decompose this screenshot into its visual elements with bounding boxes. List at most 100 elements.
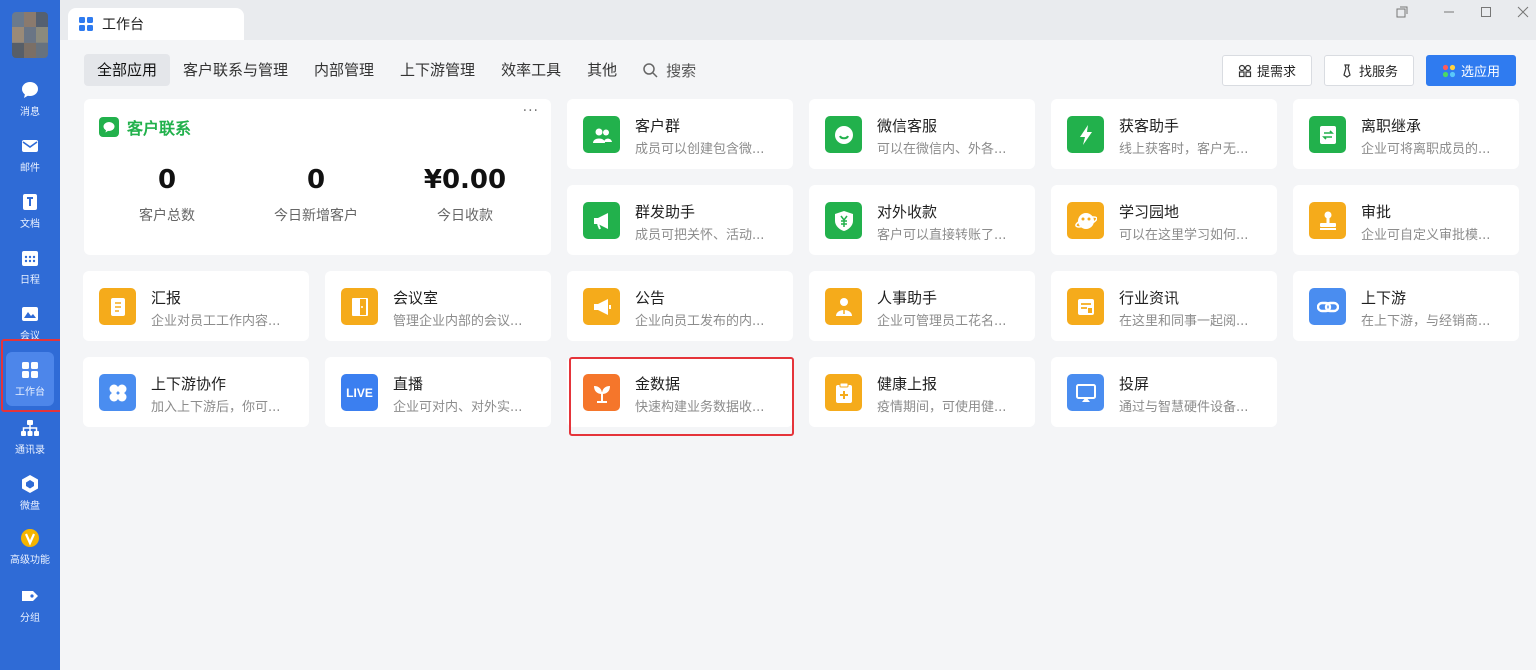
- calendar-icon: [22, 251, 38, 266]
- app-description: 在这里和同事一起阅...: [1119, 314, 1249, 329]
- app-card[interactable]: 会议室 管理企业内部的会议...: [325, 271, 551, 341]
- app-description: 客户可以直接转账了...: [877, 228, 1007, 243]
- stat-total-customers[interactable]: 0 客户总数: [92, 165, 242, 225]
- app-description: 通过与智慧硬件设备...: [1119, 400, 1249, 415]
- clipboard-plus-icon: [825, 374, 862, 411]
- advanced-icon: [21, 529, 39, 547]
- group-icon: [583, 116, 620, 153]
- search-icon: [643, 63, 658, 78]
- live-icon: LIVE: [341, 374, 378, 411]
- lightning-icon: [1067, 116, 1104, 153]
- app-card[interactable]: 汇报 企业对员工工作内容...: [83, 271, 309, 341]
- app-description: 企业向员工发布的内...: [635, 314, 765, 329]
- stat-new-customers[interactable]: 0 今日新增客户: [241, 165, 391, 225]
- more-icon[interactable]: ···: [523, 103, 539, 119]
- app-card[interactable]: 投屏通过与智慧硬件设备...: [1051, 357, 1277, 427]
- app-card[interactable]: 审批企业可自定义审批模...: [1293, 185, 1519, 255]
- customer-contact-card[interactable]: 客户联系 ··· 0 客户总数 0 今日新增客户 ¥0.00 今日收款: [84, 99, 551, 255]
- request-button[interactable]: 提需求: [1222, 55, 1312, 86]
- sidebar-item-label: 高级功能: [10, 555, 50, 566]
- app-name: 微信客服: [877, 117, 938, 135]
- colorful-grid-icon: [1442, 64, 1456, 77]
- tab-internal-management[interactable]: 内部管理: [301, 54, 387, 86]
- grid-icon: [79, 17, 93, 31]
- megaphone-icon: [583, 202, 620, 239]
- title-bar: [60, 0, 1536, 40]
- announce-icon: [583, 288, 620, 325]
- tab-workbench[interactable]: 工作台: [68, 8, 244, 40]
- sidebar-item-label: 微盘: [20, 501, 40, 512]
- app-card[interactable]: 公告 企业向员工发布的内...: [567, 271, 793, 341]
- app-card[interactable]: 微信客服 可以在微信内、外各...: [809, 99, 1035, 169]
- app-name: 投屏: [1119, 375, 1150, 393]
- chat-icon: [22, 82, 38, 98]
- app-card[interactable]: 离职继承 企业可将离职成员的...: [1293, 99, 1519, 169]
- app-card[interactable]: 群发助手 成员可把关怀、活动...: [567, 185, 793, 255]
- clover-icon: [99, 374, 136, 411]
- sidebar-item-contacts[interactable]: 通讯录: [0, 414, 60, 466]
- stat-today-payment[interactable]: ¥0.00 今日收款: [390, 165, 540, 225]
- mail-icon: [22, 140, 38, 152]
- wechat-service-icon: [825, 116, 862, 153]
- app-name: 汇报: [151, 289, 182, 307]
- app-card[interactable]: 客户群 成员可以创建包含微...: [567, 99, 793, 169]
- sidebar-item-messages[interactable]: 消息: [0, 76, 60, 128]
- app-card[interactable]: 上下游协作加入上下游后，你可...: [83, 357, 309, 427]
- news-icon: [1067, 288, 1104, 325]
- app-description: 管理企业内部的会议...: [393, 314, 523, 329]
- close-icon[interactable]: [1515, 4, 1531, 20]
- wechat-icon: [99, 117, 119, 137]
- app-name: 审批: [1361, 203, 1392, 221]
- meeting-icon: [22, 307, 38, 321]
- app-name: 健康上报: [877, 375, 938, 393]
- app-name: 直播: [393, 375, 424, 393]
- sidebar-item-calendar[interactable]: 日程: [0, 244, 60, 296]
- choose-app-button[interactable]: 选应用: [1426, 55, 1516, 86]
- sidebar-item-drive[interactable]: 微盘: [0, 470, 60, 522]
- tab-others[interactable]: 其他: [574, 54, 630, 86]
- search-label: 搜索: [666, 61, 697, 80]
- popout-icon[interactable]: [1394, 4, 1410, 20]
- yuan-shield-icon: [825, 202, 862, 239]
- report-icon: [99, 288, 136, 325]
- tab-efficiency-tools[interactable]: 效率工具: [488, 54, 574, 86]
- app-description: 加入上下游后，你可...: [151, 400, 281, 415]
- app-name: 对外收款: [877, 203, 938, 221]
- app-name: 学习园地: [1119, 203, 1180, 221]
- app-card[interactable]: 上下游 在上下游，与经销商...: [1293, 271, 1519, 341]
- app-name: 获客助手: [1119, 117, 1180, 135]
- app-card[interactable]: 行业资讯 在这里和同事一起阅...: [1051, 271, 1277, 341]
- door-icon: [341, 288, 378, 325]
- app-name: 离职继承: [1361, 117, 1422, 135]
- search-button[interactable]: 搜索: [630, 60, 696, 81]
- maximize-icon[interactable]: [1478, 4, 1494, 20]
- sidebar-item-label: 通讯录: [15, 445, 45, 456]
- app-description: 线上获客时，客户无...: [1119, 142, 1249, 157]
- sidebar-item-mail[interactable]: 邮件: [0, 132, 60, 184]
- app-card[interactable]: 对外收款客户可以直接转账了...: [809, 185, 1035, 255]
- tab-customer-management[interactable]: 客户联系与管理: [170, 54, 301, 86]
- app-description: 疫情期间，可使用健...: [877, 400, 1007, 415]
- tie-icon: [1343, 63, 1351, 78]
- app-description: 企业可自定义审批模...: [1361, 228, 1491, 243]
- transfer-icon: [1309, 116, 1346, 153]
- app-card[interactable]: 获客助手线上获客时，客户无...: [1051, 99, 1277, 169]
- sidebar-item-docs[interactable]: 文档: [0, 188, 60, 240]
- tab-all-apps[interactable]: 全部应用: [84, 54, 171, 86]
- minimize-icon[interactable]: [1441, 4, 1457, 20]
- planet-icon: [1067, 202, 1104, 239]
- app-card[interactable]: LIVE 直播企业可对内、对外实...: [325, 357, 551, 427]
- avatar[interactable]: [12, 12, 48, 58]
- app-name: 上下游协作: [151, 375, 227, 393]
- app-card[interactable]: 人事助手 企业可管理员工花名...: [809, 271, 1035, 341]
- tab-upstream-downstream[interactable]: 上下游管理: [387, 54, 488, 86]
- sidebar-item-label: 分组: [20, 613, 40, 624]
- sidebar-item-advanced[interactable]: 高级功能: [0, 524, 60, 576]
- app-card[interactable]: 健康上报疫情期间，可使用健...: [809, 357, 1035, 427]
- app-description: 在上下游，与经销商...: [1361, 314, 1491, 329]
- app-description: 企业可对内、对外实...: [393, 400, 523, 415]
- app-card[interactable]: 学习园地可以在这里学习如何...: [1051, 185, 1277, 255]
- sidebar-item-groups[interactable]: 分组: [0, 582, 60, 634]
- app-description: 可以在这里学习如何...: [1119, 228, 1249, 243]
- find-service-button[interactable]: 找服务: [1324, 55, 1414, 86]
